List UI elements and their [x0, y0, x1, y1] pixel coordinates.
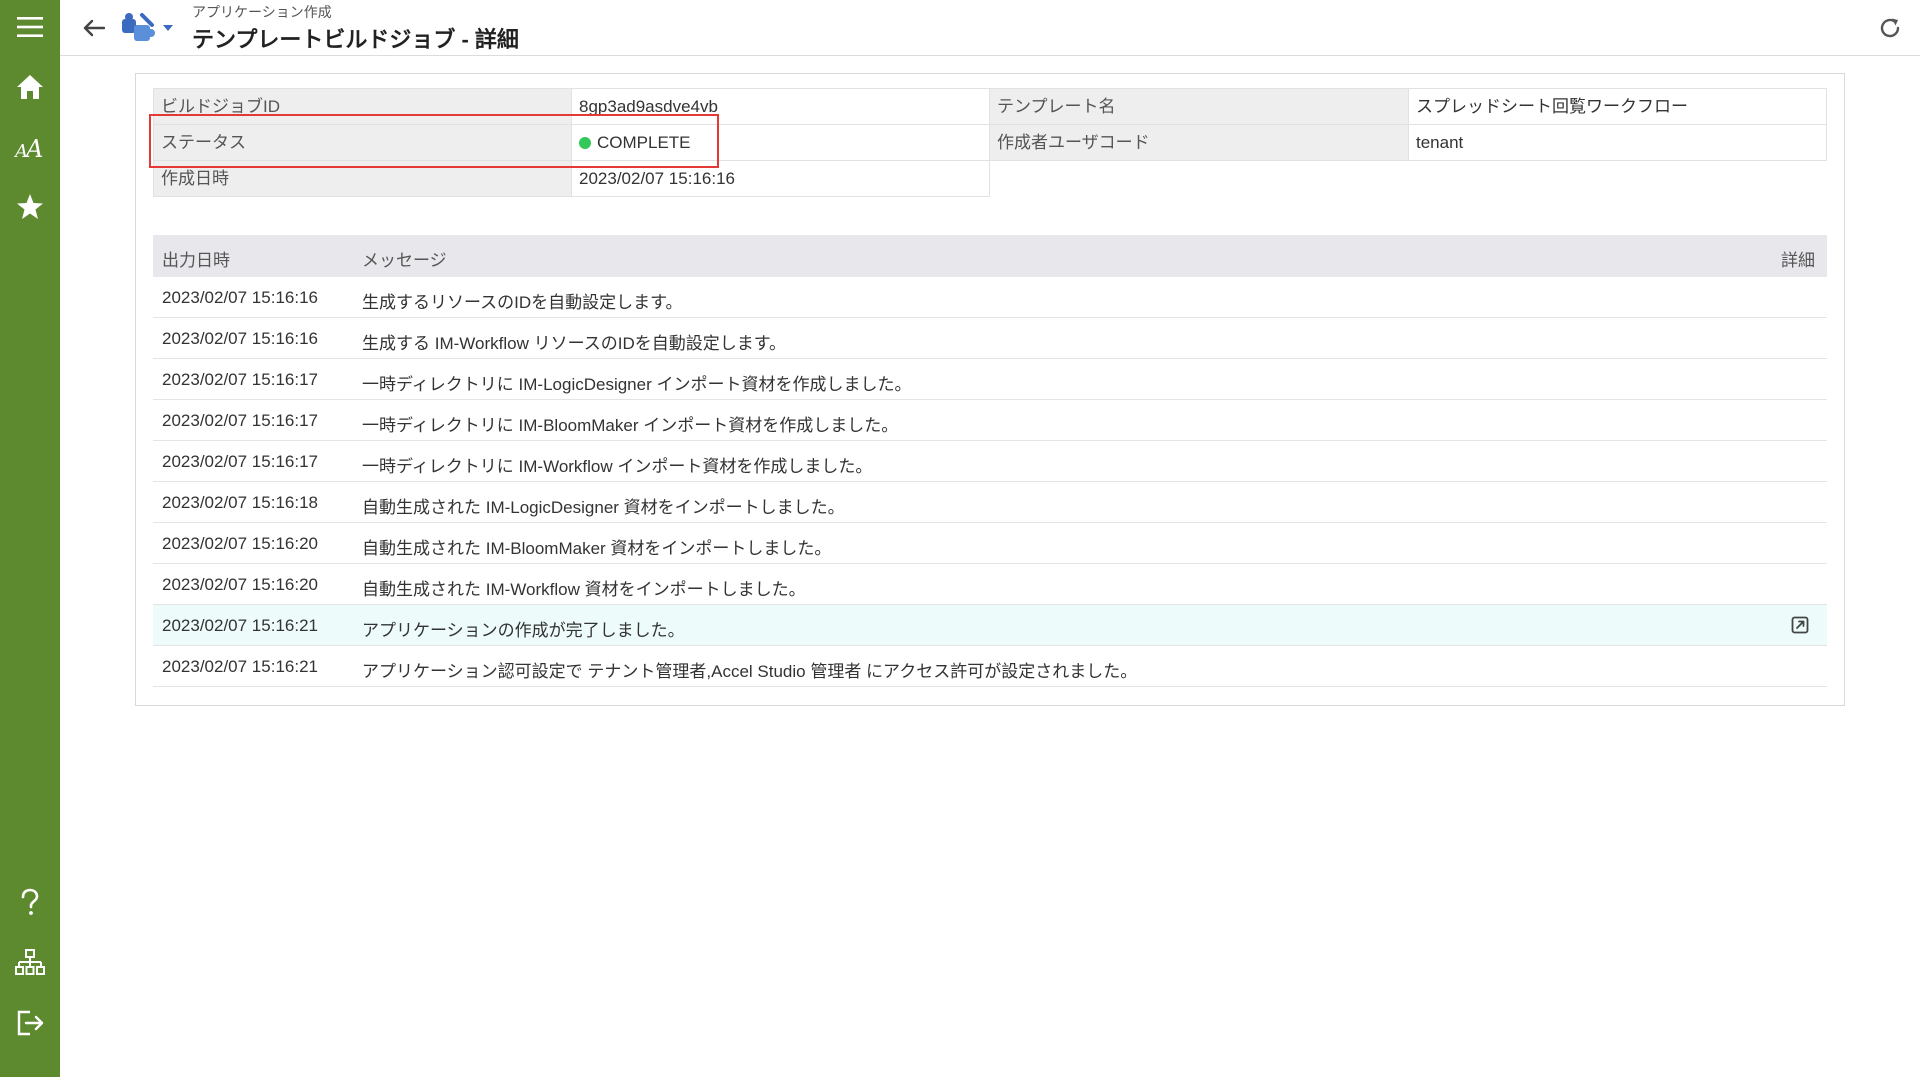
template-name-label: テンプレート名 — [989, 88, 1409, 125]
info-row: ステータス COMPLETE 作成者ユーザコード tenant — [153, 124, 1827, 161]
back-button[interactable] — [78, 12, 110, 44]
star-icon — [17, 194, 43, 219]
info-row: 作成日時 2023/02/07 15:16:16 — [153, 160, 991, 197]
log-message: アプリケーションの作成が完了しました。 — [362, 621, 685, 640]
log-time: 2023/02/07 15:16:17 — [162, 452, 318, 471]
log-message: 一時ディレクトリに IM-BloomMaker インポート資材を作成しました。 — [362, 416, 899, 435]
column-header-time: 出力日時 — [162, 251, 230, 270]
log-message: 自動生成された IM-Workflow 資材をインポートしました。 — [362, 580, 806, 599]
log-time: 2023/02/07 15:16:20 — [162, 534, 318, 553]
build-job-id-value: 8gp3ad9asdve4vb — [571, 88, 990, 125]
table-row: 2023/02/07 15:16:21 アプリケーション認可設定で テナント管理… — [153, 646, 1827, 687]
font-size-icon: AA — [14, 135, 43, 160]
column-header-message: メッセージ — [362, 251, 447, 270]
sidebar-item-favorites[interactable] — [0, 180, 60, 234]
sidebar-item-sitemap[interactable] — [0, 936, 60, 990]
puzzle-tools-icon — [122, 13, 155, 41]
sitemap-icon — [15, 949, 45, 975]
creator-value: tenant — [1408, 124, 1827, 161]
log-message: 一時ディレクトリに IM-Workflow インポート資材を作成しました。 — [362, 457, 873, 476]
log-message: 生成するリソースのIDを自動設定します。 — [362, 293, 683, 312]
table-row: 2023/02/07 15:16:16 生成するリソースのIDを自動設定します。 — [153, 277, 1827, 318]
log-message: アプリケーション認可設定で テナント管理者,Accel Studio 管理者 に… — [362, 662, 1138, 681]
open-detail-icon[interactable] — [1791, 616, 1809, 634]
table-row-selected[interactable]: 2023/02/07 15:16:21 アプリケーションの作成が完了しました。 — [153, 605, 1827, 646]
table-row: 2023/02/07 15:16:17 一時ディレクトリに IM-BloomMa… — [153, 400, 1827, 441]
status-value: COMPLETE — [597, 133, 691, 152]
column-header-detail: 詳細 — [1781, 251, 1815, 270]
sidebar-item-font-size[interactable]: AA — [0, 120, 60, 174]
log-message: 自動生成された IM-LogicDesigner 資材をインポートしました。 — [362, 498, 845, 517]
info-row: ビルドジョブID 8gp3ad9asdve4vb テンプレート名 スプレッドシー… — [153, 88, 1827, 125]
log-time: 2023/02/07 15:16:16 — [162, 329, 318, 348]
reload-button[interactable] — [1874, 12, 1906, 44]
refresh-icon — [1880, 18, 1900, 38]
table-row: 2023/02/07 15:16:18 自動生成された IM-LogicDesi… — [153, 482, 1827, 523]
template-name-value: スプレッドシート回覧ワークフロー — [1408, 88, 1827, 125]
table-row: 2023/02/07 15:16:16 生成する IM-Workflow リソー… — [153, 318, 1827, 359]
log-message: 一時ディレクトリに IM-LogicDesigner インポート資材を作成しまし… — [362, 375, 912, 394]
table-row: 2023/02/07 15:16:17 一時ディレクトリに IM-LogicDe… — [153, 359, 1827, 400]
log-message: 自動生成された IM-BloomMaker 資材をインポートしました。 — [362, 539, 832, 558]
created-at-label: 作成日時 — [153, 160, 572, 197]
hamburger-icon — [17, 17, 43, 37]
page-title: テンプレートビルドジョブ - 詳細 — [192, 27, 519, 52]
table-row: 2023/02/07 15:16:20 自動生成された IM-Workflow … — [153, 564, 1827, 605]
breadcrumb: アプリケーション作成 — [192, 4, 332, 20]
table-row: 2023/02/07 15:16:20 自動生成された IM-BloomMake… — [153, 523, 1827, 564]
home-icon — [17, 75, 43, 99]
status-dot-icon — [579, 137, 591, 149]
detail-panel: ビルドジョブID 8gp3ad9asdve4vb テンプレート名 スプレッドシー… — [135, 73, 1845, 706]
log-time: 2023/02/07 15:16:17 — [162, 411, 318, 430]
arrow-left-icon — [83, 19, 105, 37]
menu-button[interactable] — [0, 0, 60, 54]
svg-text:A: A — [24, 135, 43, 160]
page-header: アプリケーション作成 テンプレートビルドジョブ - 詳細 — [60, 0, 1920, 56]
caret-down-icon — [163, 25, 173, 31]
log-time: 2023/02/07 15:16:21 — [162, 657, 318, 676]
table-row: 2023/02/07 15:16:17 一時ディレクトリに IM-Workflo… — [153, 441, 1827, 482]
status-value-cell: COMPLETE — [571, 124, 990, 161]
log-time: 2023/02/07 15:16:17 — [162, 370, 318, 389]
sidebar-item-home[interactable] — [0, 60, 60, 114]
sidebar-item-help[interactable] — [0, 876, 60, 930]
log-table-header: 出力日時 メッセージ 詳細 — [153, 235, 1827, 277]
log-time: 2023/02/07 15:16:16 — [162, 288, 318, 307]
build-job-id-label: ビルドジョブID — [153, 88, 572, 125]
log-time: 2023/02/07 15:16:20 — [162, 575, 318, 594]
creator-label: 作成者ユーザコード — [989, 124, 1409, 161]
log-message: 生成する IM-Workflow リソースのIDを自動設定します。 — [362, 334, 787, 353]
log-time: 2023/02/07 15:16:21 — [162, 616, 318, 635]
status-label: ステータス — [153, 124, 572, 161]
logout-icon — [17, 1010, 44, 1036]
log-time: 2023/02/07 15:16:18 — [162, 493, 318, 512]
sidebar: AA — [0, 0, 60, 1077]
sidebar-item-logout[interactable] — [0, 996, 60, 1050]
app-switcher[interactable] — [120, 10, 174, 46]
created-at-value: 2023/02/07 15:16:16 — [571, 160, 990, 197]
help-icon — [21, 888, 39, 915]
